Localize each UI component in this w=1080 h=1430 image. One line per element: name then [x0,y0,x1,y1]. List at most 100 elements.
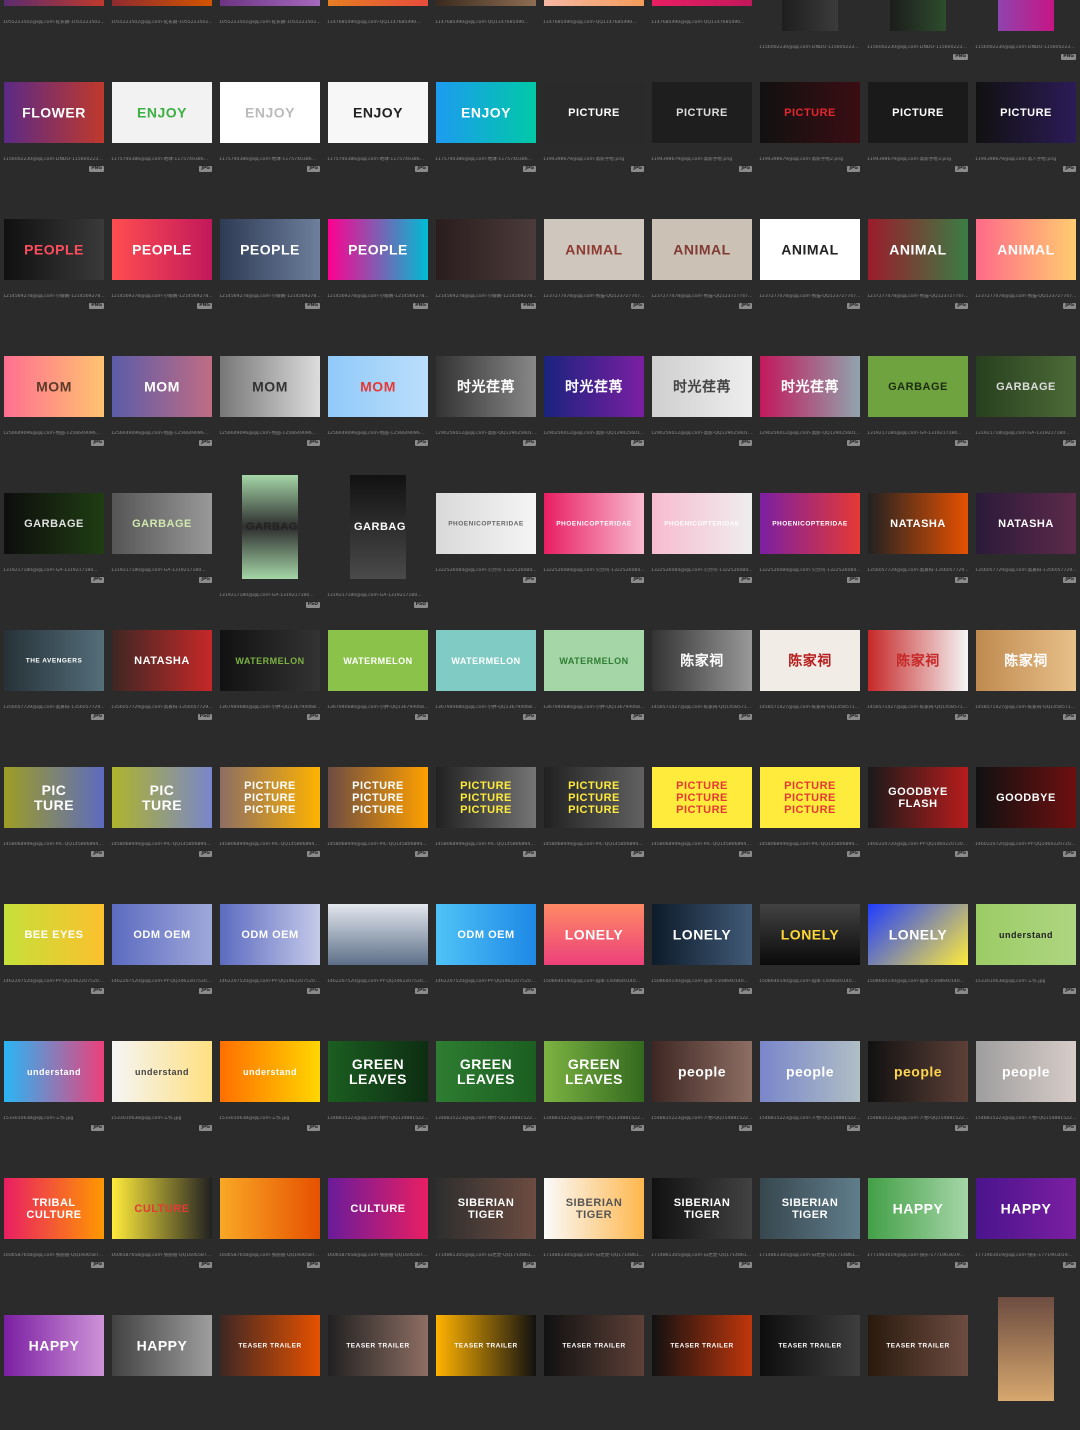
thumbnail-item[interactable]: 陈家祠 1458571427@qq.com-陈家祠-QQ1458571427...… [648,608,756,745]
thumbnail-item[interactable]: FLOWER 1156002230@qq.com-LINDO-1156002230… [0,60,108,197]
thumbnail-item[interactable]: PEOPLE 1214569278@qq.com-小眼睛-1214569278..… [324,197,432,334]
thumbnail-image[interactable]: WATERMELON [544,630,644,691]
thumbnail-image[interactable]: TEASER TRAILER [220,1315,320,1376]
thumbnail-item[interactable]: HAPPY [108,1293,216,1430]
thumbnail-item[interactable]: 1147685490@qq.com-QQ1147685490... [540,0,648,60]
thumbnail-item[interactable]: PICTURE PICTURE PICTURE 1458068949@qq.com… [432,745,540,882]
thumbnail-image[interactable]: SIBERIAN TIGER [544,1178,644,1239]
thumbnail-image[interactable]: people [976,1041,1076,1102]
thumbnail-item[interactable]: TEASER TRAILER [324,1293,432,1430]
thumbnail-image[interactable] [112,0,212,6]
thumbnail-item[interactable]: HAPPY 1771903019@qq.com-快乐-1771903019... J… [864,1156,972,1293]
thumbnail-item[interactable]: CULTURE 1606587658@qq.com-张丽丽-QQ160658765… [108,1156,216,1293]
thumbnail-image[interactable]: NATASHA [868,493,968,554]
thumbnail-item[interactable]: NATASHA 1356057729@qq.com-黑寡妇-1356057729.… [108,608,216,745]
thumbnail-item[interactable]: ANIMAL 1237277478@qq.com-熊猫-QQ1237277478.… [972,197,1080,334]
thumbnail-item[interactable]: PICTURE 1194398679@qq.com-黑人手绘.png JPG [972,60,1080,197]
thumbnail-item[interactable]: GARBAGE 1319217180@qq.com-GA-1319217180..… [324,471,432,608]
thumbnail-image[interactable]: PEOPLE [4,219,104,280]
thumbnail-item[interactable]: ENJOY 1175740386@qq.com-地球-1175740386... J… [432,60,540,197]
thumbnail-image[interactable]: PICTURE PICTURE PICTURE [544,767,644,828]
thumbnail-image[interactable]: PICTURE PICTURE PICTURE [760,767,860,828]
thumbnail-image[interactable]: SIBERIAN TIGER [436,1178,536,1239]
thumbnail-item[interactable]: PICTURE PICTURE PICTURE 1458068949@qq.com… [324,745,432,882]
thumbnail-item[interactable]: PICTURE PICTURE PICTURE 1458068949@qq.com… [648,745,756,882]
thumbnail-item[interactable]: LONELY 1508640140@qq.com-孤单-1508640140...… [756,882,864,1019]
thumbnail-image[interactable]: GREEN LEAVES [436,1041,536,1102]
thumbnail-image[interactable]: ANIMAL [868,219,968,280]
thumbnail-image[interactable]: THE AVENGERS [4,630,104,691]
thumbnail-item[interactable]: GREEN LEAVES 1348815223@qq.com-绿叶-QQ13488… [324,1019,432,1156]
thumbnail-item[interactable]: understand 1533010638@qq.com-工作.jpg JPG [0,1019,108,1156]
thumbnail-item[interactable]: 1055223502@qq.com-延长期-1055223502... [216,0,324,60]
thumbnail-item[interactable]: people 1548815223@qq.com-人物-QQ1548815223.… [864,1019,972,1156]
thumbnail-image[interactable]: PHOENICOPTERIDAE [652,493,752,554]
thumbnail-item[interactable]: BEE EYES 1462207520@qq.com-PY-QQ146220752… [0,882,108,1019]
thumbnail-image[interactable]: HAPPY [4,1315,104,1376]
thumbnail-image[interactable]: PICTURE PICTURE PICTURE [652,767,752,828]
thumbnail-image[interactable]: ENJOY [112,82,212,143]
thumbnail-image[interactable] [328,0,428,6]
thumbnail-item[interactable]: FLOWER 1156002230@qq.com-LINDO-1156002230… [864,0,972,60]
thumbnail-item[interactable] [972,1293,1080,1430]
thumbnail-item[interactable]: ENJOY 1175740386@qq.com-地球-1175740386... J… [108,60,216,197]
thumbnail-image[interactable]: 陈家祠 [760,630,860,691]
thumbnail-item[interactable]: GARBAGE 1319217180@qq.com-GA-1319217180..… [108,471,216,608]
thumbnail-image[interactable]: WATERMELON [220,630,320,691]
thumbnail-item[interactable]: 1055223502@qq.com-延长期-1055223502... [108,0,216,60]
thumbnail-item[interactable]: ENJOY 1175740386@qq.com-地球-1175740386... J… [324,60,432,197]
thumbnail-image[interactable] [436,0,536,6]
thumbnail-item[interactable]: GARBAGE 1319217180@qq.com-GA-1319217180..… [864,334,972,471]
thumbnail-image[interactable]: LONELY [544,904,644,965]
thumbnail-image[interactable]: PIC TURE [112,767,212,828]
thumbnail-image[interactable]: GARBAGE [242,475,298,579]
thumbnail-item[interactable]: understand 1533010638@qq.com-工作.jpg JPG [972,882,1080,1019]
thumbnail-image[interactable]: BEE EYES [4,904,104,965]
thumbnail-item[interactable]: understand 1533010638@qq.com-工作.jpg JPG [108,1019,216,1156]
thumbnail-item[interactable]: 1147685490@qq.com-QQ1147685490... [324,0,432,60]
thumbnail-item[interactable]: FLOWER 1156002230@qq.com-LINDO-1156002230… [756,0,864,60]
thumbnail-item[interactable]: LONELY 1508640140@qq.com-孤单-1508640140...… [864,882,972,1019]
thumbnail-image[interactable]: TEASER TRAILER [760,1315,860,1376]
thumbnail-item[interactable]: WATERMELON 1367940680@qq.com-小胖-QQ1367940… [540,608,648,745]
thumbnail-image[interactable]: ENJOY [436,82,536,143]
thumbnail-image[interactable] [4,0,104,6]
thumbnail-image[interactable]: GARBAGE [112,493,212,554]
thumbnail-item[interactable]: PHOENICOPTERIDAE 1322526084@qq.com-火烈鸟-13… [540,471,648,608]
thumbnail-image[interactable]: FLOWER [4,82,104,143]
thumbnail-image[interactable]: MOM [112,356,212,417]
thumbnail-item[interactable]: GARBAGE 1319217180@qq.com-GA-1319217180..… [972,334,1080,471]
thumbnail-image[interactable]: TEASER TRAILER [652,1315,752,1376]
thumbnail-item[interactable]: LONELY 1508640140@qq.com-孤单-1508640140...… [540,882,648,1019]
thumbnail-item[interactable]: PEOPLE 1214569278@qq.com-小眼睛-1214569278..… [216,197,324,334]
thumbnail-image[interactable]: GARBAGE [350,475,406,579]
thumbnail-item[interactable]: WATERMELON 1367940680@qq.com-小胖-QQ1367940… [432,608,540,745]
thumbnail-item[interactable]: 陈家祠 1458571427@qq.com-陈家祠-QQ1458571427...… [864,608,972,745]
thumbnail-item[interactable]: ODM OEM 1462207520@qq.com-PY-QQ1462207520… [216,882,324,1019]
thumbnail-image[interactable]: people [760,1041,860,1102]
thumbnail-image[interactable]: 时光荏苒 [652,356,752,417]
thumbnail-item[interactable]: SIBERIAN TIGER 1714861305@qq.com-白老虎-QQ17… [540,1156,648,1293]
thumbnail-image[interactable]: MOM [328,356,428,417]
thumbnail-item[interactable]: MOM 1256649096@qq.com-绘画-1256649096... JPG [108,334,216,471]
thumbnail-image[interactable] [998,1297,1054,1401]
thumbnail-image[interactable]: TEASER TRAILER [436,1315,536,1376]
thumbnail-item[interactable]: ENJOY 1175740386@qq.com-地球-1175740386... J… [216,60,324,197]
thumbnail-item[interactable]: TEASER TRAILER [432,1293,540,1430]
thumbnail-image[interactable]: TRIBAL CULTURE [4,1178,104,1239]
thumbnail-image[interactable]: ANIMAL [652,219,752,280]
thumbnail-image[interactable]: GARBAGE [976,356,1076,417]
thumbnail-item[interactable]: GREEN LEAVES 1348815223@qq.com-绿叶-QQ13488… [432,1019,540,1156]
thumbnail-item[interactable]: CULTURE 1606587658@qq.com-张丽丽-QQ160658765… [324,1156,432,1293]
thumbnail-image[interactable]: MOM [4,356,104,417]
thumbnail-image[interactable] [220,0,320,6]
thumbnail-item[interactable]: WATERMELON 1367940680@qq.com-小胖-QQ1367940… [216,608,324,745]
thumbnail-item[interactable]: ANIMAL 1237277478@qq.com-熊猫-QQ1237277478.… [648,197,756,334]
thumbnail-item[interactable]: 时光荏苒 1290256012@qq.com-黑影-QQ1290256012...… [756,334,864,471]
thumbnail-image[interactable]: PEOPLE [220,219,320,280]
thumbnail-image[interactable]: FLOWER [890,0,946,31]
thumbnail-item[interactable]: 1147685490@qq.com-QQ1147685490... [648,0,756,60]
thumbnail-item[interactable]: SIBERIAN TIGER 1714861305@qq.com-白老虎-QQ17… [432,1156,540,1293]
thumbnail-item[interactable]: NATASHA 1356057729@qq.com-黑寡妇-1356057729.… [972,471,1080,608]
thumbnail-image[interactable]: PICTURE [976,82,1076,143]
